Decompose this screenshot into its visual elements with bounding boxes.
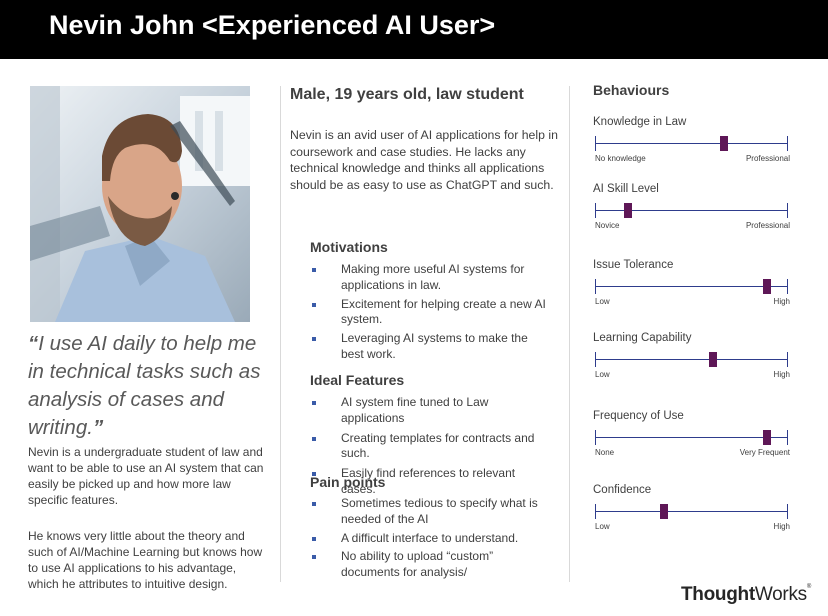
- logo-registered-mark: ®: [806, 584, 811, 590]
- thoughtworks-logo: ThoughtWorks®: [681, 584, 811, 606]
- slider-marker: [762, 279, 771, 294]
- list-item-text: No ability to upload “custom” documents …: [341, 549, 494, 580]
- persona-quote: “I use AI daily to help me in technical …: [28, 330, 268, 442]
- list-item: AI system fine tuned to Law applications: [310, 395, 550, 427]
- slider-marker: [660, 504, 669, 519]
- slider-track: [595, 359, 788, 360]
- slider-low-label: Low: [595, 370, 610, 379]
- slider-low-label: Low: [595, 522, 610, 531]
- persona-bio-2: He knows very little about the theory an…: [28, 529, 263, 591]
- persona-description: Nevin is an avid user of AI applications…: [290, 128, 558, 192]
- slider-marker: [720, 136, 729, 151]
- column-divider-left: [280, 86, 281, 582]
- list-item: Sometimes tedious to specify what is nee…: [310, 496, 550, 528]
- list-item-text: Leveraging AI systems to make the best w…: [341, 331, 528, 361]
- list-item: A difficult interface to understand.: [310, 531, 550, 547]
- slider-track: [595, 286, 788, 287]
- slider-high-label: High: [773, 370, 790, 379]
- bullet-icon: [312, 555, 316, 560]
- list-item-text: Sometimes tedious to specify what is nee…: [341, 496, 538, 526]
- slider-high-label: High: [773, 522, 790, 531]
- slider-max-tick: [787, 279, 788, 294]
- persona-bio-1: Nevin is a undergraduate student of law …: [28, 445, 264, 507]
- slider-max-tick: [787, 504, 788, 519]
- slider-max-tick: [787, 352, 788, 367]
- list-item-text: A difficult interface to understand.: [341, 530, 519, 545]
- slider-marker: [623, 203, 632, 218]
- slider-high-label: Professional: [745, 221, 790, 230]
- slider-label: Frequency of Use: [593, 410, 684, 422]
- pain-points-heading: Pain points: [310, 474, 386, 490]
- pain-points-list: Sometimes tedious to specify what is nee…: [310, 496, 550, 581]
- slider-low-label: Low: [595, 297, 610, 306]
- slider-label: Issue Tolerance: [593, 259, 674, 271]
- close-quote-mark: ”: [92, 416, 104, 439]
- bullet-icon: [312, 302, 316, 307]
- persona-photo: [30, 86, 250, 322]
- slider-max-tick: [787, 430, 788, 445]
- slider-high-label: Professional: [745, 154, 790, 163]
- slider-label: AI Skill Level: [593, 183, 659, 195]
- header-bar: Nevin John <Experienced AI User>: [0, 0, 828, 59]
- slider-high-label: High: [773, 297, 790, 306]
- bullet-icon: [312, 337, 316, 342]
- motivations-heading: Motivations: [310, 239, 388, 255]
- behaviours-heading: Behaviours: [593, 82, 670, 98]
- list-item-text: AI system fine tuned to Law applications: [341, 395, 489, 425]
- slider-track: [595, 143, 788, 144]
- ideal-features-heading: Ideal Features: [310, 372, 405, 388]
- slider-track: [595, 511, 788, 512]
- slider-label: Learning Capability: [593, 332, 692, 344]
- list-item: Leveraging AI systems to make the best w…: [310, 331, 550, 363]
- list-item-text: Excitement for helping create a new AI s…: [341, 296, 546, 327]
- slider-label: Confidence: [593, 484, 652, 496]
- list-item: Creating templates for contracts and suc…: [310, 431, 550, 463]
- list-item-text: Making more useful AI systems for applic…: [341, 262, 525, 292]
- logo-text-regular: Works: [754, 584, 807, 605]
- open-quote-mark: “: [28, 332, 39, 355]
- page-title: Nevin John <Experienced AI User>: [49, 10, 496, 40]
- motivations-list: Making more useful AI systems for applic…: [310, 262, 550, 363]
- slider-high-label: Very Frequent: [739, 448, 790, 457]
- slider-track: [595, 437, 788, 438]
- bullet-icon: [312, 268, 316, 272]
- bullet-icon: [312, 536, 316, 541]
- list-item: Excitement for helping create a new AI s…: [310, 297, 550, 329]
- slider-low-label: No knowledge: [595, 154, 646, 163]
- persona-quote-text: I use AI daily to help me in technical t…: [28, 332, 261, 439]
- bullet-icon: [312, 436, 316, 441]
- slider-label: Knowledge in Law: [593, 116, 687, 128]
- logo-text-bold: Thought: [681, 584, 755, 605]
- slider-low-label: Novice: [595, 221, 620, 230]
- slider-low-label: None: [595, 448, 615, 457]
- list-item: No ability to upload “custom” documents …: [310, 549, 550, 581]
- slider-max-tick: [787, 203, 788, 218]
- list-item-text: Creating templates for contracts and suc…: [341, 430, 535, 461]
- bullet-icon: [312, 502, 316, 506]
- list-item: Making more useful AI systems for applic…: [310, 262, 550, 294]
- slider-max-tick: [787, 136, 788, 151]
- persona-demographics: Male, 19 years old, law student: [290, 86, 524, 103]
- slider-marker: [762, 430, 771, 445]
- bullet-icon: [312, 401, 316, 405]
- slider-marker: [708, 352, 717, 367]
- column-divider-right: [569, 86, 570, 582]
